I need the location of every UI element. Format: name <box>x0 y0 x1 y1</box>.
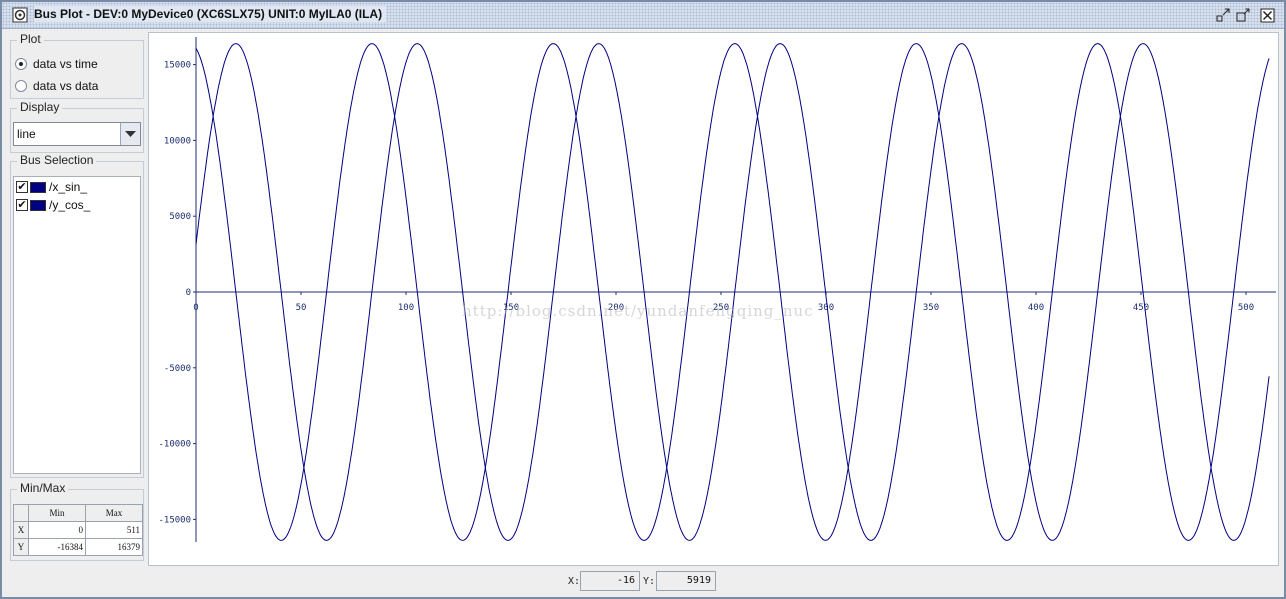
bus-selection-title: Bus Selection <box>17 153 97 167</box>
bus-item-x-sin[interactable]: ✔ /x_sin_ <box>16 179 87 195</box>
column-header-max: Max <box>85 504 143 522</box>
radio-label: data vs data <box>33 79 99 93</box>
minmax-group: Min/Max Min Max X 0 511 Y -16384 16379 <box>10 481 144 561</box>
title-bar[interactable]: Bus Plot - DEV:0 MyDevice0 (XC6SLX75) UN… <box>2 2 1284 29</box>
y-tick-label: -10000 <box>158 440 191 450</box>
restore-icon[interactable] <box>1216 8 1231 23</box>
bus-label: /y_cos_ <box>49 198 91 212</box>
x-tick-label: 400 <box>1028 303 1044 313</box>
bus-label: /x_sin_ <box>49 180 88 194</box>
checkbox-checked[interactable]: ✔ <box>16 199 28 211</box>
close-icon[interactable] <box>1260 8 1275 23</box>
min-cell: -16384 <box>28 538 86 556</box>
x-tick-label: 450 <box>1133 303 1149 313</box>
display-group: Display line <box>10 100 144 153</box>
y-tick-label: 5000 <box>169 212 191 222</box>
radio-data-vs-time[interactable]: data vs time <box>15 56 98 72</box>
window-title: Bus Plot - DEV:0 MyDevice0 (XC6SLX75) UN… <box>34 6 387 22</box>
table-header-row: Min Max <box>13 504 143 522</box>
bus-plot-window: Bus Plot - DEV:0 MyDevice0 (XC6SLX75) UN… <box>0 0 1286 599</box>
bus-item-y-cos[interactable]: ✔ /y_cos_ <box>16 197 90 213</box>
x-tick-label: 500 <box>1238 303 1254 313</box>
y-readout-field: 5919 <box>656 571 716 591</box>
row-header: X <box>13 521 29 539</box>
min-cell: 0 <box>28 521 86 539</box>
x-readout-field: -16 <box>580 571 640 591</box>
max-cell: 16379 <box>85 538 143 556</box>
y-tick-label: -5000 <box>164 364 191 374</box>
x-tick-label: 350 <box>923 303 939 313</box>
series-color-swatch <box>30 181 46 193</box>
table-row: X 0 511 <box>13 521 143 539</box>
bus-list: ✔ /x_sin_ ✔ /y_cos_ <box>13 176 141 474</box>
minmax-title: Min/Max <box>17 481 69 495</box>
watermark-text: http://blog.csdn.net/yundanfengqing_nuc <box>462 302 814 320</box>
display-group-title: Display <box>17 100 63 114</box>
x-tick-label: 300 <box>818 303 834 313</box>
y-tick-label: 0 <box>186 288 191 298</box>
y-tick-label: -15000 <box>158 515 191 525</box>
minmax-table: Min Max X 0 511 Y -16384 16379 <box>13 504 143 556</box>
x-tick-label: 50 <box>296 303 307 313</box>
y-readout-label: Y: <box>643 576 656 587</box>
bus-plot-chart[interactable]: 150001000050000-5000-10000-150000 50 100 15… <box>149 33 1278 565</box>
radio-button[interactable] <box>15 80 27 92</box>
radio-data-vs-data[interactable]: data vs data <box>15 78 98 94</box>
bus-selection-group: Bus Selection ✔ /x_sin_ ✔ /y_cos_ <box>10 153 144 478</box>
table-row: Y -16384 16379 <box>13 538 143 556</box>
radio-label: data vs time <box>33 57 98 71</box>
table-corner <box>13 504 29 522</box>
checkbox-checked[interactable]: ✔ <box>16 181 28 193</box>
y-tick-label: 15000 <box>164 61 191 71</box>
radio-button-selected[interactable] <box>15 58 27 70</box>
display-dropdown[interactable]: line <box>13 122 141 146</box>
series-color-swatch <box>30 199 46 211</box>
max-cell: 511 <box>85 521 143 539</box>
x-tick-label: 0 <box>193 303 198 313</box>
y-tick-label: 10000 <box>164 136 191 146</box>
plot-group: Plot data vs time data vs data <box>10 32 144 99</box>
maximize-icon[interactable] <box>1236 8 1251 23</box>
chevron-down-icon[interactable] <box>120 123 140 145</box>
plot-canvas[interactable]: 15000 10000 5000 0 -5000 -10000 -15000 0 50 100 15… <box>148 32 1279 566</box>
x-readout-label: X: <box>568 576 581 587</box>
column-header-min: Min <box>28 504 86 522</box>
x-tick-label: 100 <box>398 303 414 313</box>
display-selected-value: line <box>17 127 36 141</box>
row-header: Y <box>13 538 29 556</box>
plot-group-title: Plot <box>17 32 44 46</box>
app-icon <box>12 7 28 23</box>
